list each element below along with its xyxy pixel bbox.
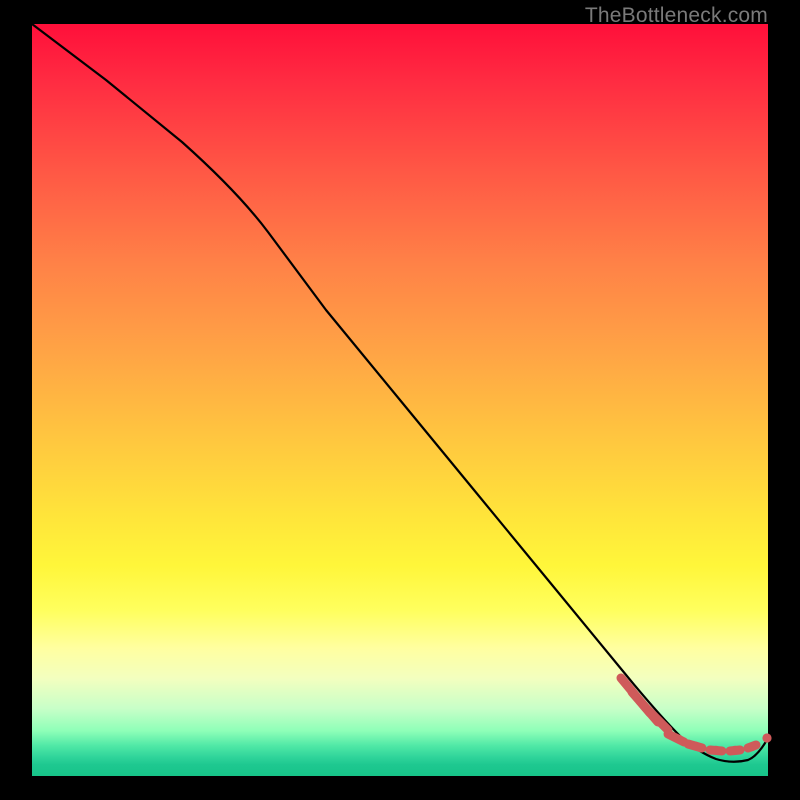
bottleneck-curve <box>32 24 768 762</box>
sample-cluster <box>621 678 772 754</box>
chart-frame: TheBottleneck.com <box>0 0 800 800</box>
chart-overlay <box>32 24 768 776</box>
